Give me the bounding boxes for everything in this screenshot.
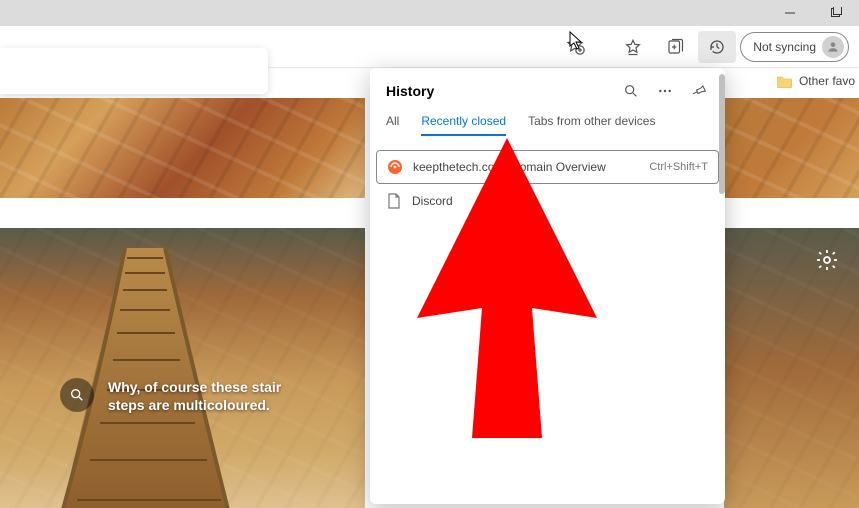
window-minimize-button[interactable] [767, 0, 813, 26]
window-maximize-button[interactable] [813, 0, 859, 26]
page-icon [386, 193, 402, 209]
folder-icon [777, 74, 793, 88]
history-item[interactable]: Discord [376, 184, 719, 218]
history-tabs: All Recently closed Tabs from other devi… [370, 114, 725, 144]
bg-image-top-left [0, 98, 365, 198]
tab-all[interactable]: All [386, 114, 399, 134]
history-item-title: keepthetech.com: Domain Overview [413, 160, 606, 174]
search-box[interactable] [0, 48, 268, 94]
add-favorite-icon[interactable] [564, 34, 586, 56]
history-list: keepthetech.com: Domain Overview Ctrl+Sh… [370, 144, 725, 224]
favorites-icon[interactable] [614, 31, 652, 63]
history-panel: History All Recently closed Tabs from ot… [370, 68, 725, 504]
history-title: History [386, 83, 615, 99]
history-item-shortcut: Ctrl+Shift+T [649, 161, 708, 173]
history-pin-icon[interactable] [683, 75, 715, 107]
history-icon[interactable] [698, 31, 736, 63]
profile-sync-button[interactable]: Not syncing [740, 32, 849, 62]
history-search-icon[interactable] [615, 75, 647, 107]
history-item[interactable]: keepthetech.com: Domain Overview Ctrl+Sh… [376, 150, 719, 184]
bg-image-top-right [724, 98, 859, 198]
avatar-icon [822, 36, 844, 58]
collections-icon[interactable] [656, 31, 694, 63]
caption-search-icon[interactable] [60, 378, 94, 412]
semrush-icon [387, 159, 403, 175]
history-more-icon[interactable] [649, 75, 681, 107]
tab-recently-closed[interactable]: Recently closed [421, 114, 506, 136]
bg-image-bottom-left [0, 228, 365, 508]
history-scrollbar[interactable] [719, 74, 725, 194]
other-favorites-folder[interactable]: Other favo [773, 74, 859, 88]
history-item-title: Discord [412, 194, 453, 208]
image-caption: Why, of course these stair steps are mul… [60, 378, 320, 414]
tab-other-devices[interactable]: Tabs from other devices [528, 114, 655, 134]
page-settings-icon[interactable] [815, 248, 841, 274]
window-titlebar [0, 0, 859, 26]
other-favorites-label: Other favo [799, 74, 855, 88]
sync-label: Not syncing [753, 40, 816, 54]
caption-text: Why, of course these stair steps are mul… [108, 378, 320, 414]
